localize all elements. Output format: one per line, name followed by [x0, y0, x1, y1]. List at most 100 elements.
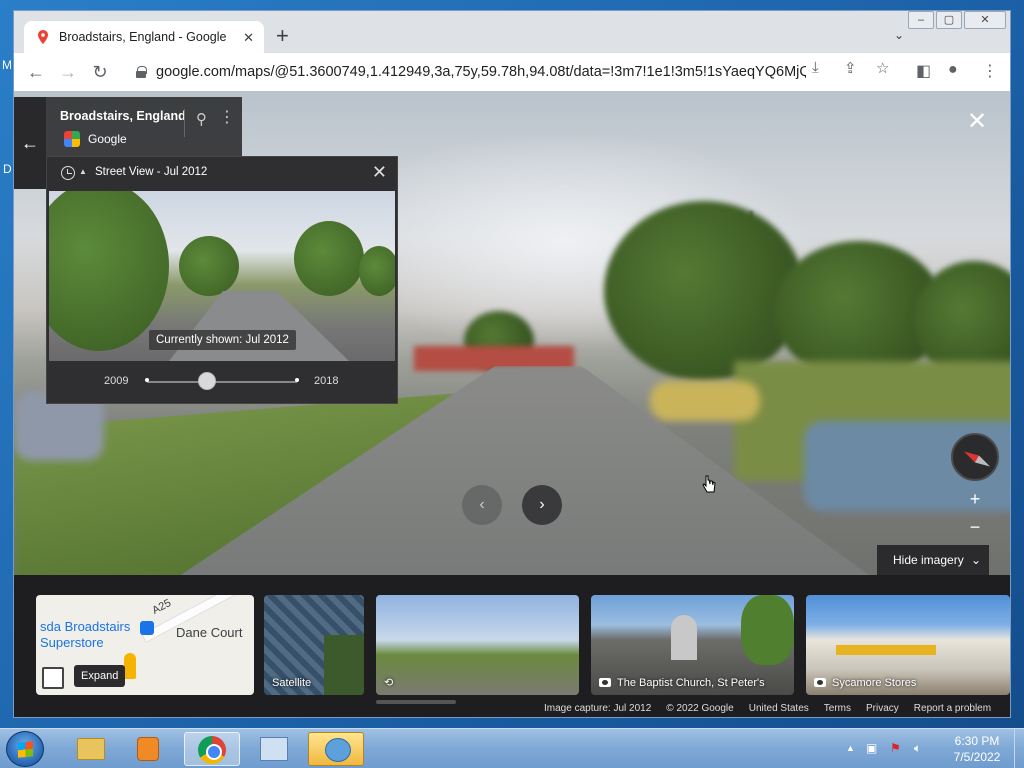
- church-tree: [741, 595, 794, 665]
- tab-google-maps[interactable]: Broadstairs, England - Google Maps ✕: [24, 21, 264, 53]
- tab-title: Broadstairs, England - Google Maps: [59, 30, 229, 44]
- browser-toolbar: ← → ↻ google.com/maps/@51.3600749,1.4129…: [14, 53, 1010, 91]
- divider: [184, 109, 185, 137]
- close-time-machine-icon[interactable]: ✕: [372, 162, 387, 183]
- browser-window: Broadstairs, England - Google Maps ✕ + ⌄…: [13, 10, 1011, 718]
- previous-image-button[interactable]: ‹: [462, 485, 502, 525]
- map-place-label: sda Broadstairs: [40, 619, 131, 634]
- taskbar-app-highlighted[interactable]: [308, 732, 364, 766]
- year-end-label: 2018: [314, 375, 339, 387]
- street-view-thumbnail[interactable]: ⟲: [376, 595, 579, 695]
- privacy-link[interactable]: Privacy: [866, 703, 899, 714]
- time-machine-preview[interactable]: Currently shown: Jul 2012: [49, 191, 395, 361]
- region-link[interactable]: United States: [749, 703, 809, 714]
- slider-knob[interactable]: [198, 372, 216, 390]
- taskbar-control-panel[interactable]: [246, 732, 302, 766]
- address-bar[interactable]: google.com/maps/@51.3600749,1.412949,3a,…: [124, 58, 894, 86]
- church-window: [671, 615, 697, 660]
- show-desktop-button[interactable]: [1014, 729, 1024, 768]
- back-to-map-icon[interactable]: ←: [14, 97, 46, 189]
- time-machine-title: Street View - Jul 2012: [95, 166, 208, 178]
- time-machine-header: ▲ Street View - Jul 2012 ✕: [47, 157, 397, 191]
- slider-stop[interactable]: [145, 378, 149, 382]
- next-image-button[interactable]: ›: [522, 485, 562, 525]
- window-controls: ‒ ▢ ✕: [906, 11, 1006, 29]
- expand-icon[interactable]: [42, 667, 64, 689]
- map-thumbnail[interactable]: A25 sda Broadstairs Superstore Dane Cour…: [36, 595, 254, 695]
- network-icon[interactable]: ▣: [866, 741, 877, 755]
- action-center-icon[interactable]: ⚑: [890, 741, 901, 755]
- taskbar-media-player[interactable]: [122, 732, 178, 766]
- location-pin-icon[interactable]: ⚲: [196, 110, 207, 128]
- taskbar-explorer[interactable]: [62, 732, 118, 766]
- chevron-down-icon: ⌄: [970, 553, 981, 567]
- menu-kebab-icon[interactable]: ⋮: [982, 61, 998, 81]
- report-problem-link[interactable]: Report a problem: [914, 703, 991, 714]
- store-sign: [836, 645, 936, 655]
- reload-icon[interactable]: ↻: [88, 60, 112, 84]
- preview-tree: [294, 221, 364, 296]
- satellite-label: Satellite: [272, 677, 312, 689]
- lock-icon[interactable]: [136, 66, 147, 78]
- more-options-icon[interactable]: ⋮: [219, 107, 235, 127]
- year-start-label: 2009: [104, 375, 129, 387]
- hide-imagery-button[interactable]: Hide imagery ⌄: [877, 545, 989, 575]
- bookmark-star-icon[interactable]: ☆: [876, 59, 889, 77]
- start-button[interactable]: [6, 731, 44, 767]
- zoom-in-button[interactable]: +: [960, 485, 990, 513]
- back-icon[interactable]: ←: [24, 60, 48, 84]
- hide-imagery-label: Hide imagery: [893, 553, 964, 567]
- current-date-badge: Currently shown: Jul 2012: [149, 330, 296, 350]
- taskbar-chrome[interactable]: [184, 732, 240, 766]
- slider-stop[interactable]: [295, 378, 299, 382]
- maps-content: ✕ ← Broadstairs, England Google ⚲ ⋮ ▲ St…: [14, 91, 1010, 717]
- tab-close-icon[interactable]: ✕: [243, 30, 254, 46]
- profile-avatar-icon[interactable]: ●: [948, 61, 958, 79]
- 360-icon: ⟲: [384, 677, 394, 689]
- photo-thumbnail-church[interactable]: The Baptist Church, St Peter's: [591, 595, 794, 695]
- place-title: Broadstairs, England: [60, 109, 186, 123]
- preview-tree: [49, 191, 169, 351]
- system-clock[interactable]: 6:30 PM 7/5/2022: [942, 733, 1012, 765]
- image-capture-date: Image capture: Jul 2012: [544, 702, 652, 714]
- thumbnail-scrollbar[interactable]: [376, 700, 456, 704]
- preview-tree: [359, 246, 395, 296]
- share-icon[interactable]: ⇪: [844, 59, 857, 77]
- car: [650, 381, 760, 421]
- maximize-button[interactable]: ▢: [936, 11, 962, 29]
- chrome-icon: [198, 736, 226, 764]
- side-panel-icon[interactable]: ◧: [916, 61, 931, 81]
- pegman-icon[interactable]: [124, 653, 136, 679]
- globe-icon: [325, 738, 351, 762]
- year-slider[interactable]: 2009 2018: [47, 367, 397, 397]
- satellite-thumbnail[interactable]: Satellite: [264, 595, 364, 695]
- clock-date: 7/5/2022: [953, 750, 1001, 764]
- slider-track[interactable]: [147, 381, 297, 383]
- control-panel-icon: [260, 737, 288, 761]
- tray-expand-icon[interactable]: ▲: [846, 743, 855, 753]
- expand-tooltip: Expand: [74, 665, 126, 687]
- terms-link[interactable]: Terms: [824, 703, 851, 714]
- close-window-button[interactable]: ✕: [964, 11, 1006, 29]
- zoom-out-button[interactable]: −: [960, 513, 990, 541]
- minimize-button[interactable]: ‒: [908, 11, 934, 29]
- install-icon[interactable]: ⤓: [812, 59, 819, 76]
- street-view-panorama[interactable]: ✕ ← Broadstairs, England Google ⚲ ⋮ ▲ St…: [14, 91, 1010, 575]
- history-clock-icon[interactable]: [61, 166, 75, 180]
- caret-up-icon[interactable]: ▲: [79, 167, 87, 176]
- place-brand: Google: [88, 132, 127, 146]
- satellite-field: [324, 635, 364, 695]
- tab-search-icon[interactable]: ⌄: [894, 28, 904, 42]
- preview-tree: [179, 236, 239, 296]
- new-tab-button[interactable]: +: [276, 25, 289, 47]
- media-player-icon: [137, 737, 159, 761]
- photo-thumbnail-store[interactable]: Sycamore Stores: [806, 595, 1010, 695]
- close-street-view-icon[interactable]: ✕: [964, 109, 990, 135]
- url-text[interactable]: google.com/maps/@51.3600749,1.412949,3a,…: [156, 64, 806, 80]
- camera-icon: [599, 678, 611, 687]
- copyright: © 2022 Google: [666, 702, 734, 714]
- volume-icon[interactable]: 🔈︎: [914, 741, 921, 756]
- forward-icon[interactable]: →: [56, 60, 80, 84]
- footer-bar: Image capture: Jul 2012 © 2022 Google Un…: [544, 699, 1010, 717]
- compass-icon[interactable]: [951, 433, 999, 481]
